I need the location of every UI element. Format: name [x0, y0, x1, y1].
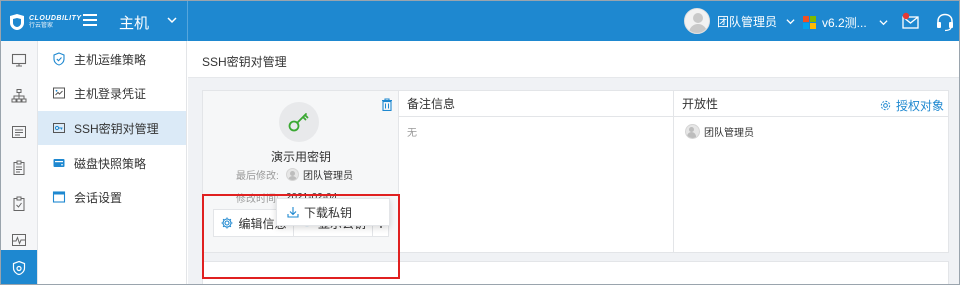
cloudbility-logo-icon: [10, 14, 24, 30]
rail-clipboard[interactable]: [1, 150, 37, 186]
gear-icon: [221, 217, 233, 229]
logo-subtitle: 行云管家: [29, 23, 54, 29]
login-credential-icon: [53, 87, 65, 99]
chevron-down-icon: [786, 18, 795, 24]
shield-check-icon: [53, 52, 65, 66]
open-user: 团队管理员: [674, 117, 948, 139]
module-title[interactable]: 主机: [119, 12, 149, 33]
version-label: v6.2测...: [822, 16, 867, 30]
key-pair-card-next: [202, 261, 949, 284]
breadcrumb: SSH密钥对管理: [188, 41, 959, 78]
top-bar: CLOUDBILITY 行云管家 主机 团队管理员 v6.2测...: [1, 1, 959, 41]
menu-item-disk-snapshot[interactable]: 磁盘快照策略: [38, 146, 186, 180]
download-private-key-label: 下载私钥: [304, 205, 353, 220]
icon-rail: [1, 41, 38, 284]
user-menu[interactable]: 团队管理员: [684, 8, 795, 34]
user-name: 团队管理员: [717, 14, 778, 29]
avatar: [685, 124, 700, 139]
menu-item-label: 主机登录凭证: [74, 86, 147, 101]
app-window: CLOUDBILITY 行云管家 主机 团队管理员 v6.2测... 主机运维策…: [0, 0, 960, 285]
avatar: [286, 168, 299, 181]
trash-icon[interactable]: [381, 98, 393, 111]
menu-item-ssh-key[interactable]: SSH密钥对管理: [38, 111, 186, 145]
menu-item-label: 会话设置: [74, 190, 123, 205]
main-content: SSH密钥对管理 演示用密钥 最后修改: 团队管理员 修改时间: 编辑信息 备注…: [188, 41, 959, 284]
last-modified-row: 最后修改: 团队管理员: [236, 167, 353, 182]
notes-header: 备注信息: [399, 91, 673, 117]
version-menu[interactable]: v6.2测...: [803, 14, 888, 31]
chevron-down-icon: [879, 20, 888, 26]
menu-item-label: 主机运维策略: [74, 52, 147, 67]
rail-shield-gear[interactable]: [1, 250, 37, 284]
clipboard-check-icon: [13, 196, 25, 211]
rail-clipboard-check[interactable]: [1, 186, 37, 222]
menu-item-login-credential[interactable]: 主机登录凭证: [38, 76, 186, 110]
topbar-divider: [187, 1, 188, 41]
list-icon: [12, 126, 26, 138]
shield-gear-icon: [12, 260, 26, 276]
openness-header: 开放性 授权对象: [674, 91, 948, 117]
chevron-down-icon[interactable]: [167, 15, 177, 25]
windows-logo-icon: [803, 16, 816, 29]
app-logo[interactable]: CLOUDBILITY 行云管家: [8, 13, 82, 31]
menu-item-label: 磁盘快照策略: [74, 156, 147, 171]
logo-title: CLOUDBILITY: [29, 15, 82, 22]
notes-column: 备注信息 无: [399, 91, 674, 252]
menu-item-host-ops-policy[interactable]: 主机运维策略: [38, 42, 186, 76]
sub-menu: 主机运维策略 主机登录凭证 SSH密钥对管理 磁盘快照策略 会话设置: [38, 41, 187, 284]
page-title: SSH密钥对管理: [202, 55, 287, 69]
mail-notification-icon[interactable]: [901, 12, 921, 30]
notes-value: 无: [407, 128, 417, 139]
key-card-icon: [53, 123, 65, 133]
clipboard-icon: [13, 160, 25, 175]
rail-monitor[interactable]: [1, 42, 37, 78]
menu-item-label: SSH密钥对管理: [74, 121, 159, 136]
avatar: [684, 8, 710, 34]
openness-column: 开放性 授权对象 团队管理员: [674, 91, 948, 252]
rail-list[interactable]: [1, 114, 37, 150]
rail-org[interactable]: [1, 78, 37, 114]
last-modified-label: 最后修改:: [236, 171, 279, 182]
key-icon: [288, 113, 309, 132]
openness-header-label: 开放性: [682, 97, 719, 111]
disk-icon: [53, 159, 65, 167]
key-name: 演示用密钥: [270, 150, 331, 164]
key-summary-panel: 演示用密钥 最后修改: 团队管理员 修改时间: 2021-02-04 编辑信息: [203, 91, 399, 252]
window-icon: [52, 191, 66, 203]
gear-icon: [880, 100, 891, 111]
download-icon: [287, 207, 299, 218]
authorize-label: 授权对象: [895, 99, 944, 113]
org-chart-icon: [11, 89, 27, 103]
authorize-link[interactable]: 授权对象: [879, 97, 944, 114]
headset-support-icon[interactable]: [935, 12, 955, 32]
hamburger-menu-icon[interactable]: [83, 14, 97, 28]
key-pair-card: 演示用密钥 最后修改: 团队管理员 修改时间: 2021-02-04 编辑信息: [202, 90, 949, 253]
open-user-name: 团队管理员: [704, 128, 754, 139]
download-private-key-menu-item[interactable]: 下载私钥: [276, 198, 390, 226]
monitor-icon: [11, 53, 27, 67]
key-avatar: [279, 102, 319, 142]
pulse-icon: [12, 234, 26, 246]
last-modified-by: 团队管理员: [303, 171, 353, 182]
menu-item-session-settings[interactable]: 会话设置: [38, 180, 186, 214]
